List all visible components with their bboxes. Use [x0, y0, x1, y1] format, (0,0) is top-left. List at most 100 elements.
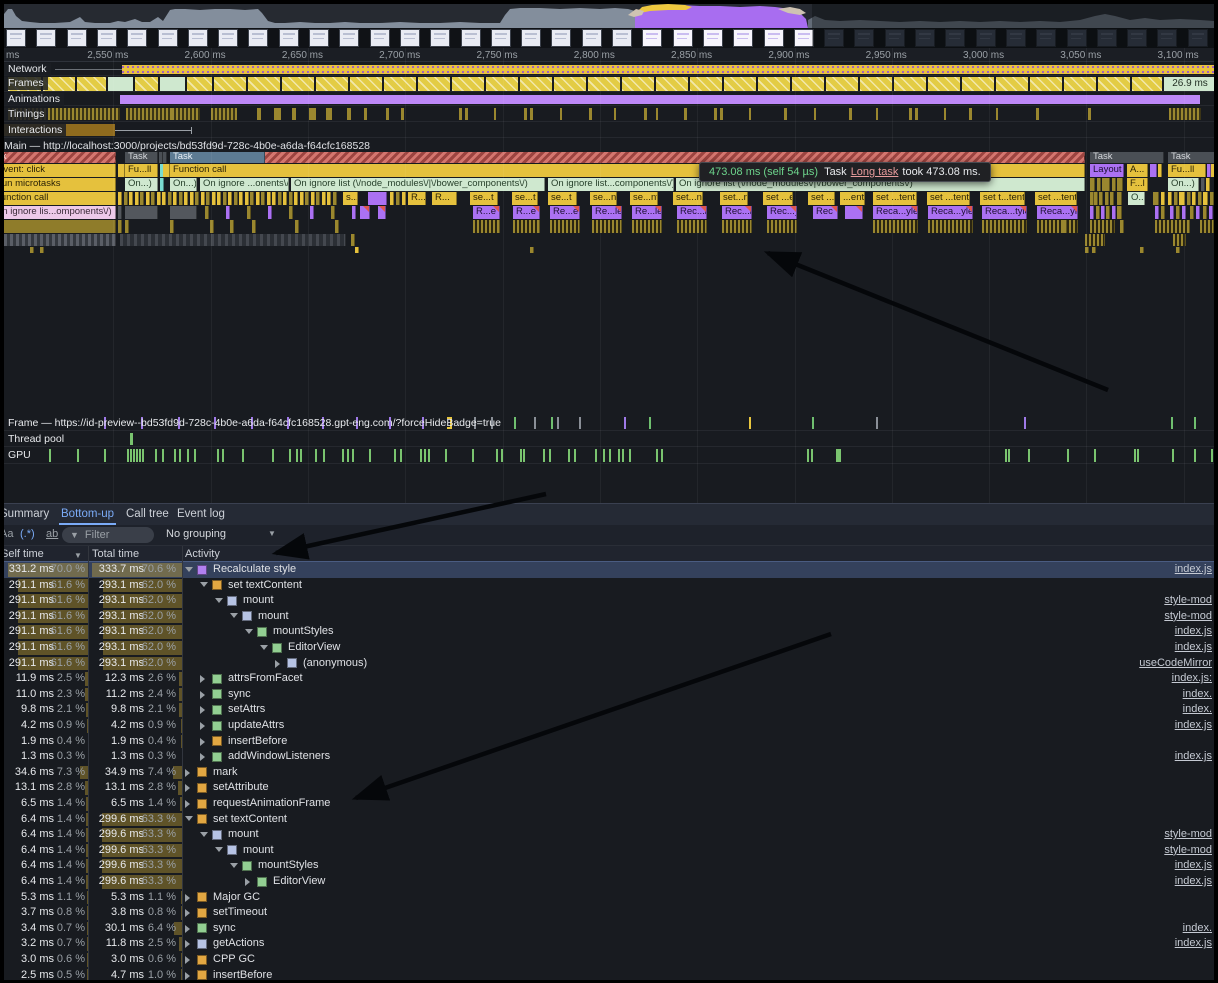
flame-block[interactable]: Rec...yle — [767, 206, 797, 219]
source-link[interactable]: index.js — [1175, 937, 1212, 949]
frame-duration-block[interactable] — [452, 77, 484, 91]
flame-block[interactable] — [230, 220, 234, 233]
whole-word-icon[interactable]: ab — [46, 528, 58, 540]
table-row[interactable]: 291.1 ms61.6 %293.1 ms62.0 %set textCont… — [4, 578, 1214, 594]
flame-block[interactable] — [1063, 220, 1067, 233]
flame-block[interactable] — [331, 206, 335, 219]
flame-block[interactable]: On...) — [170, 178, 197, 191]
frame-duration-badge[interactable]: 26.9 ms — [1164, 77, 1216, 91]
flame-block[interactable] — [1097, 178, 1101, 191]
flame-block[interactable] — [201, 192, 205, 205]
activity-label[interactable]: CPP GC — [213, 953, 255, 965]
flame-block[interactable]: set ...tent — [1035, 192, 1077, 205]
activity-label[interactable]: insertBefore — [228, 735, 287, 747]
grouping-dropdown-icon[interactable]: ▼ — [268, 529, 276, 538]
tab-bottom-up[interactable]: Bottom-up — [61, 508, 114, 520]
flame-block[interactable] — [677, 220, 707, 233]
activity-label[interactable]: mount — [243, 844, 274, 856]
flame-block[interactable] — [206, 192, 210, 205]
film-thumb[interactable] — [461, 29, 481, 47]
table-row[interactable]: 11.0 ms2.3 %11.2 ms2.4 %syncindex. — [4, 687, 1214, 703]
activity-label[interactable]: set textContent — [213, 813, 287, 825]
expand-arrow-icon[interactable] — [185, 800, 190, 808]
flame-block[interactable] — [118, 206, 122, 219]
frame-duration-block[interactable] — [826, 77, 858, 91]
table-row[interactable]: 291.1 ms61.6 %293.1 ms62.0 %mountStylesi… — [4, 624, 1214, 640]
film-thumb[interactable] — [794, 29, 814, 47]
flame-block[interactable] — [632, 220, 662, 233]
frame-duration-block[interactable] — [1132, 77, 1162, 91]
frame-duration-block[interactable] — [996, 77, 1028, 91]
source-link[interactable]: index.js — [1175, 859, 1212, 871]
flame-block[interactable]: se...t — [512, 192, 538, 205]
collapse-arrow-icon[interactable] — [215, 598, 223, 603]
table-row[interactable]: 331.2 ms70.0 %333.7 ms70.6 %Recalculate … — [4, 562, 1214, 578]
film-thumb[interactable] — [521, 29, 541, 47]
source-link[interactable]: index.js — [1175, 875, 1212, 887]
flame-block[interactable]: set...nt — [720, 192, 748, 205]
flame-block[interactable] — [767, 220, 797, 233]
collapse-arrow-icon[interactable] — [215, 847, 223, 852]
col-activity[interactable]: Activity — [185, 548, 220, 560]
expand-arrow-icon[interactable] — [185, 956, 190, 964]
flame-block[interactable] — [1176, 247, 1180, 253]
collapse-arrow-icon[interactable] — [200, 832, 208, 837]
track-animations[interactable]: Animations — [4, 92, 1214, 106]
activity-label[interactable]: sync — [213, 922, 236, 934]
flame-block[interactable] — [283, 192, 287, 205]
activity-label[interactable]: requestAnimationFrame — [213, 797, 330, 809]
flame-block[interactable] — [335, 220, 339, 233]
table-row[interactable]: 291.1 ms61.6 %293.1 ms62.0 %(anonymous)u… — [4, 656, 1214, 672]
flame-block[interactable]: Event: click — [0, 164, 116, 177]
flame-block[interactable]: Re...e — [550, 206, 580, 219]
flame-block[interactable] — [129, 192, 133, 205]
flame-block[interactable]: Function call — [0, 192, 116, 205]
flame-block[interactable] — [239, 192, 243, 205]
flame-block[interactable]: se...nt — [630, 192, 658, 205]
collapse-arrow-icon[interactable] — [230, 863, 238, 868]
flame-block[interactable] — [396, 192, 400, 205]
grouping-select[interactable]: No grouping — [166, 528, 226, 540]
network-requests-bar[interactable] — [122, 65, 1214, 74]
flame-block[interactable] — [163, 152, 167, 163]
table-row[interactable]: 6.4 ms1.4 %299.6 ms63.3 %set textContent — [4, 812, 1214, 828]
table-row[interactable]: 291.1 ms61.6 %293.1 ms62.0 %mountstyle-m… — [4, 609, 1214, 625]
flame-block[interactable]: se...t — [470, 192, 498, 205]
flame-block[interactable] — [205, 206, 209, 219]
flame-block[interactable]: Rec...le — [677, 206, 707, 219]
flame-block[interactable]: A... — [1127, 164, 1148, 177]
film-thumb[interactable] — [97, 29, 117, 47]
track-network[interactable]: Network — [4, 62, 1214, 76]
flame-block[interactable]: On ignore list (\/node_modules\/|\/bower… — [291, 178, 545, 191]
flame-block[interactable] — [1161, 206, 1165, 219]
flame-block[interactable]: On ignore ...onents\/) — [200, 178, 289, 191]
flame-block[interactable] — [1153, 192, 1159, 205]
track-interactions[interactable]: Interactions — [4, 122, 1214, 138]
flame-block[interactable] — [1158, 164, 1162, 177]
frame-duration-block[interactable] — [894, 77, 926, 91]
flame-block[interactable] — [157, 192, 161, 205]
flame-block[interactable] — [1201, 178, 1205, 191]
frame-duration-block[interactable] — [758, 77, 790, 91]
flame-block[interactable] — [1168, 192, 1172, 205]
activity-label[interactable]: mark — [213, 766, 237, 778]
flame-block[interactable] — [1203, 206, 1207, 219]
frame-duration-block[interactable] — [135, 77, 158, 91]
flame-block[interactable] — [1112, 178, 1116, 191]
flame-block[interactable] — [1196, 206, 1200, 219]
flame-block[interactable] — [1198, 192, 1202, 205]
frame-duration-block[interactable] — [282, 77, 314, 91]
frame-duration-block[interactable] — [160, 77, 185, 91]
frame-duration-block[interactable] — [622, 77, 654, 91]
table-row[interactable]: 34.6 ms7.3 %34.9 ms7.4 %mark — [4, 765, 1214, 781]
tab-event-log[interactable]: Event log — [177, 508, 225, 520]
track-frame[interactable]: Frame — https://id-preview--bd53fd9d-728… — [4, 415, 1214, 431]
frame-duration-block[interactable] — [1030, 77, 1062, 91]
flame-block[interactable] — [1090, 178, 1095, 191]
flame-block[interactable] — [278, 192, 282, 205]
source-link[interactable]: index.js — [1175, 750, 1212, 762]
flame-block[interactable]: set ...ent — [763, 192, 793, 205]
film-thumb[interactable] — [218, 29, 238, 47]
frame-duration-block[interactable] — [792, 77, 824, 91]
film-thumb[interactable] — [188, 29, 208, 47]
